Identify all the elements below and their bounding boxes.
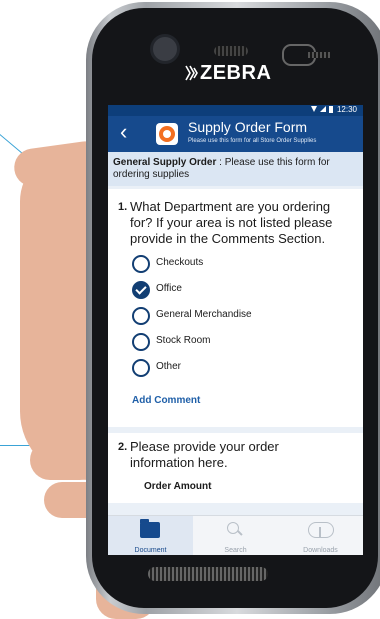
- question-card-1: 1. What Department are you ordering for?…: [108, 189, 363, 427]
- bottom-speaker-grill: [148, 567, 268, 581]
- nav-search[interactable]: Search: [193, 516, 278, 555]
- option-general-merchandise[interactable]: General Merchandise: [132, 307, 352, 327]
- order-amount-label: Order Amount: [144, 481, 212, 492]
- zebra-logo-icon: [185, 65, 198, 81]
- question-text: Please provide your order information he…: [130, 439, 279, 470]
- form-logo-icon: [156, 123, 178, 145]
- form-description: General Supply Order : Please use this f…: [108, 152, 363, 186]
- wifi-icon: [311, 106, 317, 112]
- option-label: Other: [156, 361, 182, 372]
- radio-button[interactable]: [132, 333, 150, 351]
- app-bar: ‹ Supply Order Form Please use this form…: [108, 116, 363, 152]
- cloud-download-icon: [308, 522, 334, 538]
- option-stock-room[interactable]: Stock Room: [132, 333, 352, 353]
- option-label: Stock Room: [156, 335, 211, 346]
- form-description-bold: General Supply Order: [113, 157, 217, 168]
- radio-button-checked[interactable]: [132, 281, 150, 299]
- radio-button[interactable]: [132, 307, 150, 325]
- radio-button[interactable]: [132, 255, 150, 273]
- folder-icon: [140, 519, 160, 538]
- add-comment-link[interactable]: Add Comment: [132, 395, 200, 406]
- radio-button[interactable]: [132, 359, 150, 377]
- device-brand: ZEBRA: [200, 62, 272, 84]
- camera-icon: [150, 34, 180, 64]
- nav-label: Search: [224, 547, 247, 554]
- option-label: Checkouts: [156, 257, 204, 268]
- question-text: What Department are you ordering for? If…: [130, 199, 333, 246]
- question-card-2: 2. Please provide your order information…: [108, 433, 363, 503]
- signal-icon: [320, 106, 326, 112]
- question-number: 2.: [118, 441, 128, 453]
- nav-label: Document: [134, 547, 167, 554]
- option-checkouts[interactable]: Checkouts: [132, 255, 352, 275]
- option-other[interactable]: Other: [132, 359, 352, 379]
- question-number: 1.: [118, 201, 128, 213]
- page-title: Supply Order Form: [188, 119, 308, 135]
- status-bar: 12:30: [108, 105, 363, 116]
- page-subtitle: Please use this form for all Store Order…: [188, 138, 317, 144]
- bottom-nav: Document Search Downloads: [108, 515, 363, 555]
- status-time: 12:30: [336, 105, 357, 114]
- app-screen: 12:30 ‹ Supply Order Form Please use thi…: [108, 105, 363, 555]
- earpiece-speaker: [214, 46, 248, 56]
- nav-downloads[interactable]: Downloads: [278, 516, 363, 555]
- search-icon: [227, 522, 239, 534]
- option-label: General Merchandise: [156, 309, 252, 320]
- nav-document[interactable]: Document: [108, 516, 193, 555]
- nav-label: Downloads: [303, 547, 338, 554]
- battery-icon: [329, 106, 333, 113]
- back-icon[interactable]: ‹: [120, 121, 127, 143]
- option-label: Office: [156, 283, 182, 294]
- option-office[interactable]: Office: [132, 281, 352, 301]
- sensor-grill: [308, 52, 330, 58]
- download-arrow-icon: [319, 527, 321, 537]
